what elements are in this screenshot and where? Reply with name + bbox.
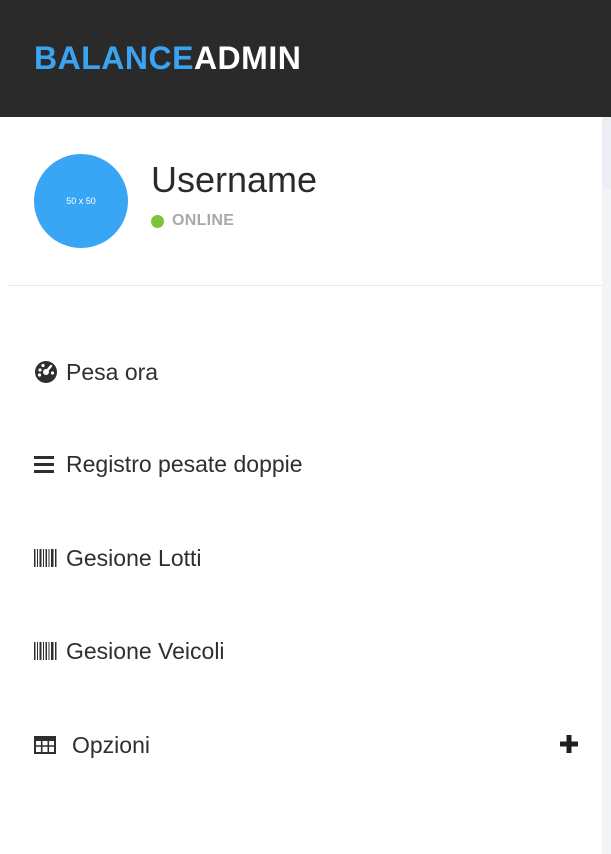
online-dot-icon bbox=[151, 214, 164, 228]
divider bbox=[8, 285, 602, 286]
plus-icon[interactable] bbox=[558, 733, 580, 755]
scrollbar-thumb[interactable] bbox=[602, 117, 611, 189]
sidebar-item-pesa-ora[interactable]: Pesa ora bbox=[34, 352, 584, 392]
username: Username bbox=[151, 159, 318, 200]
sidebar-item-label: Gesione Veicoli bbox=[66, 637, 225, 664]
sidebar-item-registro-pesate-doppie[interactable]: Registro pesate doppie bbox=[34, 444, 584, 484]
dashboard-icon bbox=[34, 358, 62, 386]
barcode-icon bbox=[34, 544, 62, 572]
sidebar-item-label: Gesione Lotti bbox=[66, 544, 202, 571]
sidebar-item-label: Opzioni bbox=[72, 731, 150, 758]
top-header-bar: BALANCEADMIN bbox=[0, 0, 611, 117]
sidebar-item-opzioni[interactable]: Opzioni bbox=[34, 725, 584, 765]
user-panel: 50 x 50 Username ONLINE bbox=[0, 117, 602, 285]
status-indicator: ONLINE bbox=[151, 212, 234, 230]
avatar[interactable]: 50 x 50 bbox=[34, 154, 128, 248]
sidebar-item-gesione-veicoli[interactable]: Gesione Veicoli bbox=[34, 631, 584, 671]
avatar-placeholder-text: 50 x 50 bbox=[66, 196, 96, 206]
status-text: ONLINE bbox=[172, 212, 235, 229]
brand-part-admin: ADMIN bbox=[193, 40, 302, 76]
sidebar-item-label: Registro pesate doppie bbox=[66, 450, 303, 477]
sidebar-scrollbar[interactable] bbox=[602, 117, 611, 854]
list-icon bbox=[34, 450, 62, 478]
table-icon bbox=[34, 731, 68, 759]
sidebar-item-label: Pesa ora bbox=[66, 358, 159, 385]
sidebar-item-gesione-lotti[interactable]: Gesione Lotti bbox=[34, 538, 584, 578]
brand-logo[interactable]: BALANCEADMIN bbox=[34, 38, 301, 78]
barcode-icon bbox=[34, 637, 62, 665]
brand-part-balance: BALANCE bbox=[34, 40, 194, 76]
